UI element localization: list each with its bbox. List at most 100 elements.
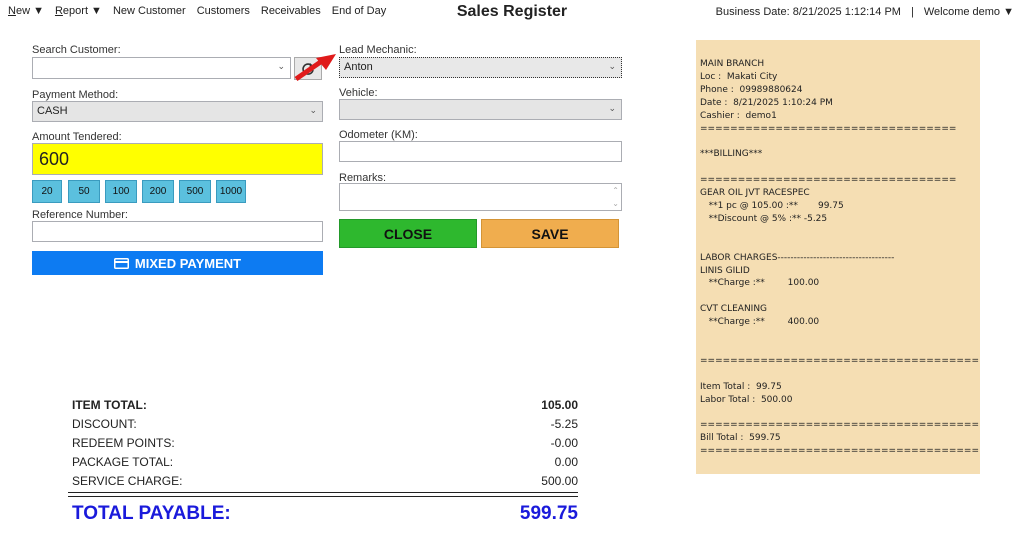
receipt-line: [700, 406, 976, 419]
receipt-line: LABOR CHARGES---------------------------…: [700, 252, 895, 263]
receipt-line: ==================================: [700, 175, 957, 186]
receipt-line: [700, 342, 976, 355]
receipt-line: Item Total : 99.75: [700, 381, 782, 392]
chevron-down-icon: ⌄: [277, 61, 285, 71]
receipt-line: ***BILLING***: [700, 149, 763, 160]
discount-value: -5.25: [550, 417, 578, 431]
receipt-line: [700, 329, 976, 342]
vehicle-label: Vehicle:: [339, 87, 378, 99]
credit-card-icon: [113, 257, 129, 269]
receipt-line: [700, 226, 976, 239]
discount-label: DISCOUNT:: [72, 417, 137, 431]
receipt-line: MAIN BRANCH: [700, 59, 765, 69]
quick-amount-200-button[interactable]: 200: [142, 180, 174, 203]
remarks-value: [344, 187, 347, 199]
package-total-row: PACKAGE TOTAL: 0.00: [72, 455, 578, 469]
amount-tendered-input[interactable]: 600: [32, 143, 323, 175]
reference-number-label: Reference Number:: [32, 209, 128, 221]
nav-new-menu[interactable]: New ▼: [8, 5, 44, 17]
lead-mechanic-select[interactable]: Anton ⌄: [339, 57, 622, 78]
odometer-input[interactable]: [339, 141, 622, 162]
receipt-line: =====================================: [700, 420, 980, 431]
close-button[interactable]: CLOSE: [339, 219, 477, 248]
receipt-preview: MAIN BRANCH Loc : Makati City Phone : 0998…: [696, 40, 980, 474]
vehicle-select[interactable]: ⌄: [339, 99, 622, 120]
receipt-line: ==================================: [700, 123, 957, 134]
header-separator: |: [910, 6, 914, 18]
service-charge-value: 500.00: [541, 474, 578, 488]
top-nav: New ▼ Report ▼ New Customer Customers Re…: [8, 5, 386, 17]
lead-mechanic-value: Anton: [344, 61, 373, 73]
package-total-value: 0.00: [554, 455, 578, 469]
item-total-value: 105.00: [541, 398, 578, 412]
totals-divider: [68, 492, 578, 493]
amount-tendered-label: Amount Tendered:: [32, 131, 122, 143]
receipt-line: =====================================: [700, 355, 980, 366]
mixed-payment-label: MIXED PAYMENT: [134, 255, 242, 271]
receipt-line: GEAR OIL JVT RACESPEC: [700, 188, 810, 199]
receipt-line: CVT CLEANING: [700, 304, 768, 315]
payment-method-select[interactable]: CASH ⌄: [32, 101, 323, 122]
receipt-line: Bill Total : 599.75: [700, 433, 781, 444]
redeem-points-value: -0.00: [550, 436, 578, 450]
quick-amount-20-button[interactable]: 20: [32, 180, 62, 203]
total-payable-label: TOTAL PAYABLE:: [72, 503, 231, 524]
search-customer-label: Search Customer:: [32, 44, 121, 56]
item-total-label: ITEM TOTAL:: [72, 398, 147, 412]
discount-row: DISCOUNT: -5.25: [72, 417, 578, 431]
receipt-line: **Charge :** 400.00: [700, 317, 820, 328]
receipt-line: [700, 368, 976, 381]
mixed-payment-button[interactable]: MIXED PAYMENT: [32, 251, 323, 275]
search-customer-value: [37, 61, 40, 73]
reference-number-input[interactable]: [32, 221, 323, 242]
nav-report-menu[interactable]: Report ▼: [55, 5, 102, 17]
page-title: Sales Register: [456, 3, 568, 20]
item-total-row: ITEM TOTAL: 105.00: [72, 398, 578, 412]
receipt-line: Cashier : demo1: [700, 110, 777, 121]
nav-customers[interactable]: Customers: [197, 5, 250, 17]
nav-new-customer[interactable]: New Customer: [113, 5, 186, 17]
lead-mechanic-label: Lead Mechanic:: [339, 44, 417, 56]
service-charge-label: SERVICE CHARGE:: [72, 474, 183, 488]
welcome-user-menu[interactable]: Welcome demo ▼: [924, 6, 1014, 18]
receipt-line: **1 pc @ 105.00 :** 99.75: [700, 200, 844, 211]
business-date: Business Date: 8/21/2025 1:12:14 PM: [715, 6, 901, 18]
receipt-line: [700, 135, 976, 148]
total-payable-row: TOTAL PAYABLE: 599.75: [72, 503, 578, 525]
redeem-points-row: REDEEM POINTS: -0.00: [72, 436, 578, 450]
nav-end-of-day[interactable]: End of Day: [332, 5, 386, 17]
receipt-line: =====================================: [700, 446, 980, 457]
payment-method-label: Payment Method:: [32, 89, 119, 101]
totals-divider: [68, 496, 578, 497]
header-info: Business Date: 8/21/2025 1:12:14 PM | Welc…: [716, 6, 1014, 18]
receipt-line: Loc : Makati City: [700, 71, 778, 82]
red-pointer-arrow-icon: [294, 54, 336, 82]
nav-receivables[interactable]: Receivables: [261, 5, 321, 17]
receipt-line: Labor Total : 500.00: [700, 394, 793, 405]
receipt-line: Phone : 09989880624: [700, 84, 803, 95]
redeem-points-label: REDEEM POINTS:: [72, 436, 175, 450]
chevron-down-icon: ⌄: [608, 61, 616, 71]
package-total-label: PACKAGE TOTAL:: [72, 455, 174, 469]
scrollbar-arrows-icon[interactable]: ⌃ ⌄: [612, 184, 619, 210]
odometer-label: Odometer (KM):: [339, 129, 418, 141]
receipt-line: [700, 239, 976, 252]
chevron-down-icon: ⌄: [608, 103, 616, 113]
receipt-line: LINIS GILID: [700, 265, 750, 276]
search-customer-combo[interactable]: ⌄: [32, 57, 291, 79]
quick-amount-100-button[interactable]: 100: [105, 180, 137, 203]
service-charge-row: SERVICE CHARGE: 500.00: [72, 474, 578, 488]
quick-amount-50-button[interactable]: 50: [68, 180, 100, 203]
receipt-line: [700, 290, 976, 303]
chevron-down-icon: ⌄: [309, 105, 317, 115]
receipt-line: **Charge :** 100.00: [700, 278, 820, 289]
receipt-line: [700, 161, 976, 174]
remarks-textarea[interactable]: ⌃ ⌄: [339, 183, 622, 211]
vehicle-value: [344, 103, 347, 115]
receipt-line: Date : 8/21/2025 1:10:24 PM: [700, 97, 833, 108]
quick-amount-500-button[interactable]: 500: [179, 180, 211, 203]
payment-method-value: CASH: [37, 105, 68, 117]
receipt-line: **Discount @ 5% :** -5.25: [700, 213, 828, 224]
quick-amount-1000-button[interactable]: 1000: [216, 180, 246, 203]
save-button[interactable]: SAVE: [481, 219, 619, 248]
